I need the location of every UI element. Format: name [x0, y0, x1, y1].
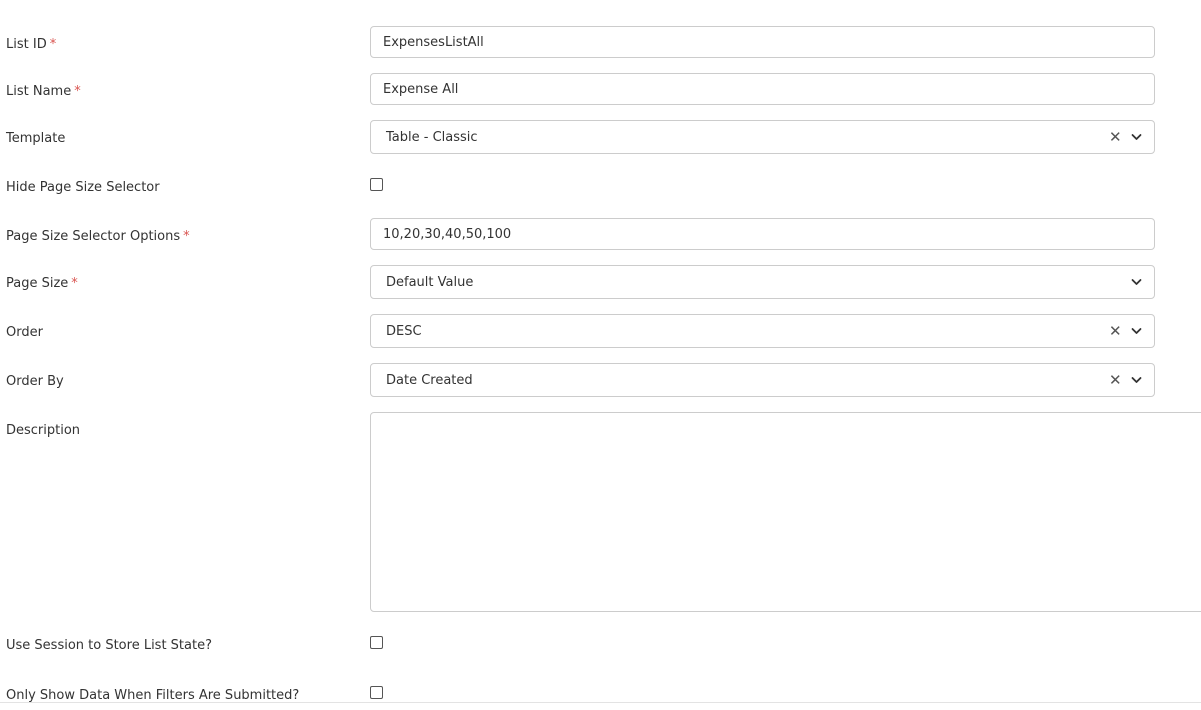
- template-label: Template: [6, 131, 65, 146]
- template-label-text: Template: [6, 131, 66, 146]
- only-show-data-checkbox[interactable]: [370, 686, 383, 699]
- page-size-selected-value: Default Value: [386, 274, 474, 290]
- required-mark: *: [183, 229, 190, 244]
- order-label: Order: [6, 325, 43, 340]
- required-mark: *: [49, 37, 57, 52]
- template-selected-value: Table - Classic: [386, 129, 478, 145]
- list-name-label-text: List Name: [6, 84, 72, 99]
- order-selected-value: DESC: [386, 323, 422, 339]
- use-session-label-text: Use Session to Store List State?: [6, 638, 212, 653]
- list-name-input[interactable]: [370, 73, 1155, 105]
- list-id-label-text: List ID: [6, 37, 47, 52]
- clear-icon[interactable]: ✕: [1109, 373, 1122, 388]
- chevron-down-icon: [1131, 279, 1142, 285]
- clear-icon[interactable]: ✕: [1109, 324, 1122, 339]
- page-size-selector-options-input[interactable]: [370, 218, 1155, 250]
- order-by-label: Order By: [6, 374, 64, 389]
- order-select[interactable]: DESC ✕: [370, 314, 1155, 348]
- hide-page-size-selector-label: Hide Page Size Selector: [6, 180, 160, 195]
- hide-page-size-selector-checkbox[interactable]: [370, 178, 383, 191]
- chevron-down-icon: [1131, 134, 1142, 140]
- use-session-label: Use Session to Store List State?: [6, 638, 212, 653]
- list-settings-form: List ID* List Name* Template Table - Cla…: [0, 0, 1201, 710]
- required-mark: *: [71, 276, 78, 291]
- only-show-data-label: Only Show Data When Filters Are Submitte…: [6, 688, 299, 703]
- order-by-label-text: Order By: [6, 374, 64, 389]
- description-textarea[interactable]: [370, 412, 1201, 612]
- chevron-down-icon: [1131, 377, 1142, 383]
- hide-page-size-selector-label-text: Hide Page Size Selector: [6, 180, 160, 195]
- page-size-selector-options-label-text: Page Size Selector Options: [6, 229, 181, 244]
- use-session-checkbox[interactable]: [370, 636, 383, 649]
- page-size-select[interactable]: Default Value: [370, 265, 1155, 299]
- divider: [0, 702, 1201, 703]
- page-size-label: Page Size *: [6, 276, 78, 291]
- chevron-down-icon: [1131, 328, 1142, 334]
- order-by-selected-value: Date Created: [386, 372, 473, 388]
- list-id-input[interactable]: [370, 26, 1155, 58]
- list-id-label: List ID *: [6, 37, 56, 52]
- description-label: Description: [6, 423, 80, 438]
- description-label-text: Description: [6, 423, 81, 438]
- template-select[interactable]: Table - Classic ✕: [370, 120, 1155, 154]
- clear-icon[interactable]: ✕: [1109, 130, 1122, 145]
- list-name-label: List Name *: [6, 84, 81, 99]
- order-label-text: Order: [6, 325, 43, 340]
- order-by-select[interactable]: Date Created ✕: [370, 363, 1155, 397]
- required-mark: *: [74, 84, 81, 99]
- only-show-data-label-text: Only Show Data When Filters Are Submitte…: [6, 688, 300, 703]
- page-size-label-text: Page Size: [6, 276, 69, 291]
- page-size-selector-options-label: Page Size Selector Options *: [6, 229, 190, 244]
